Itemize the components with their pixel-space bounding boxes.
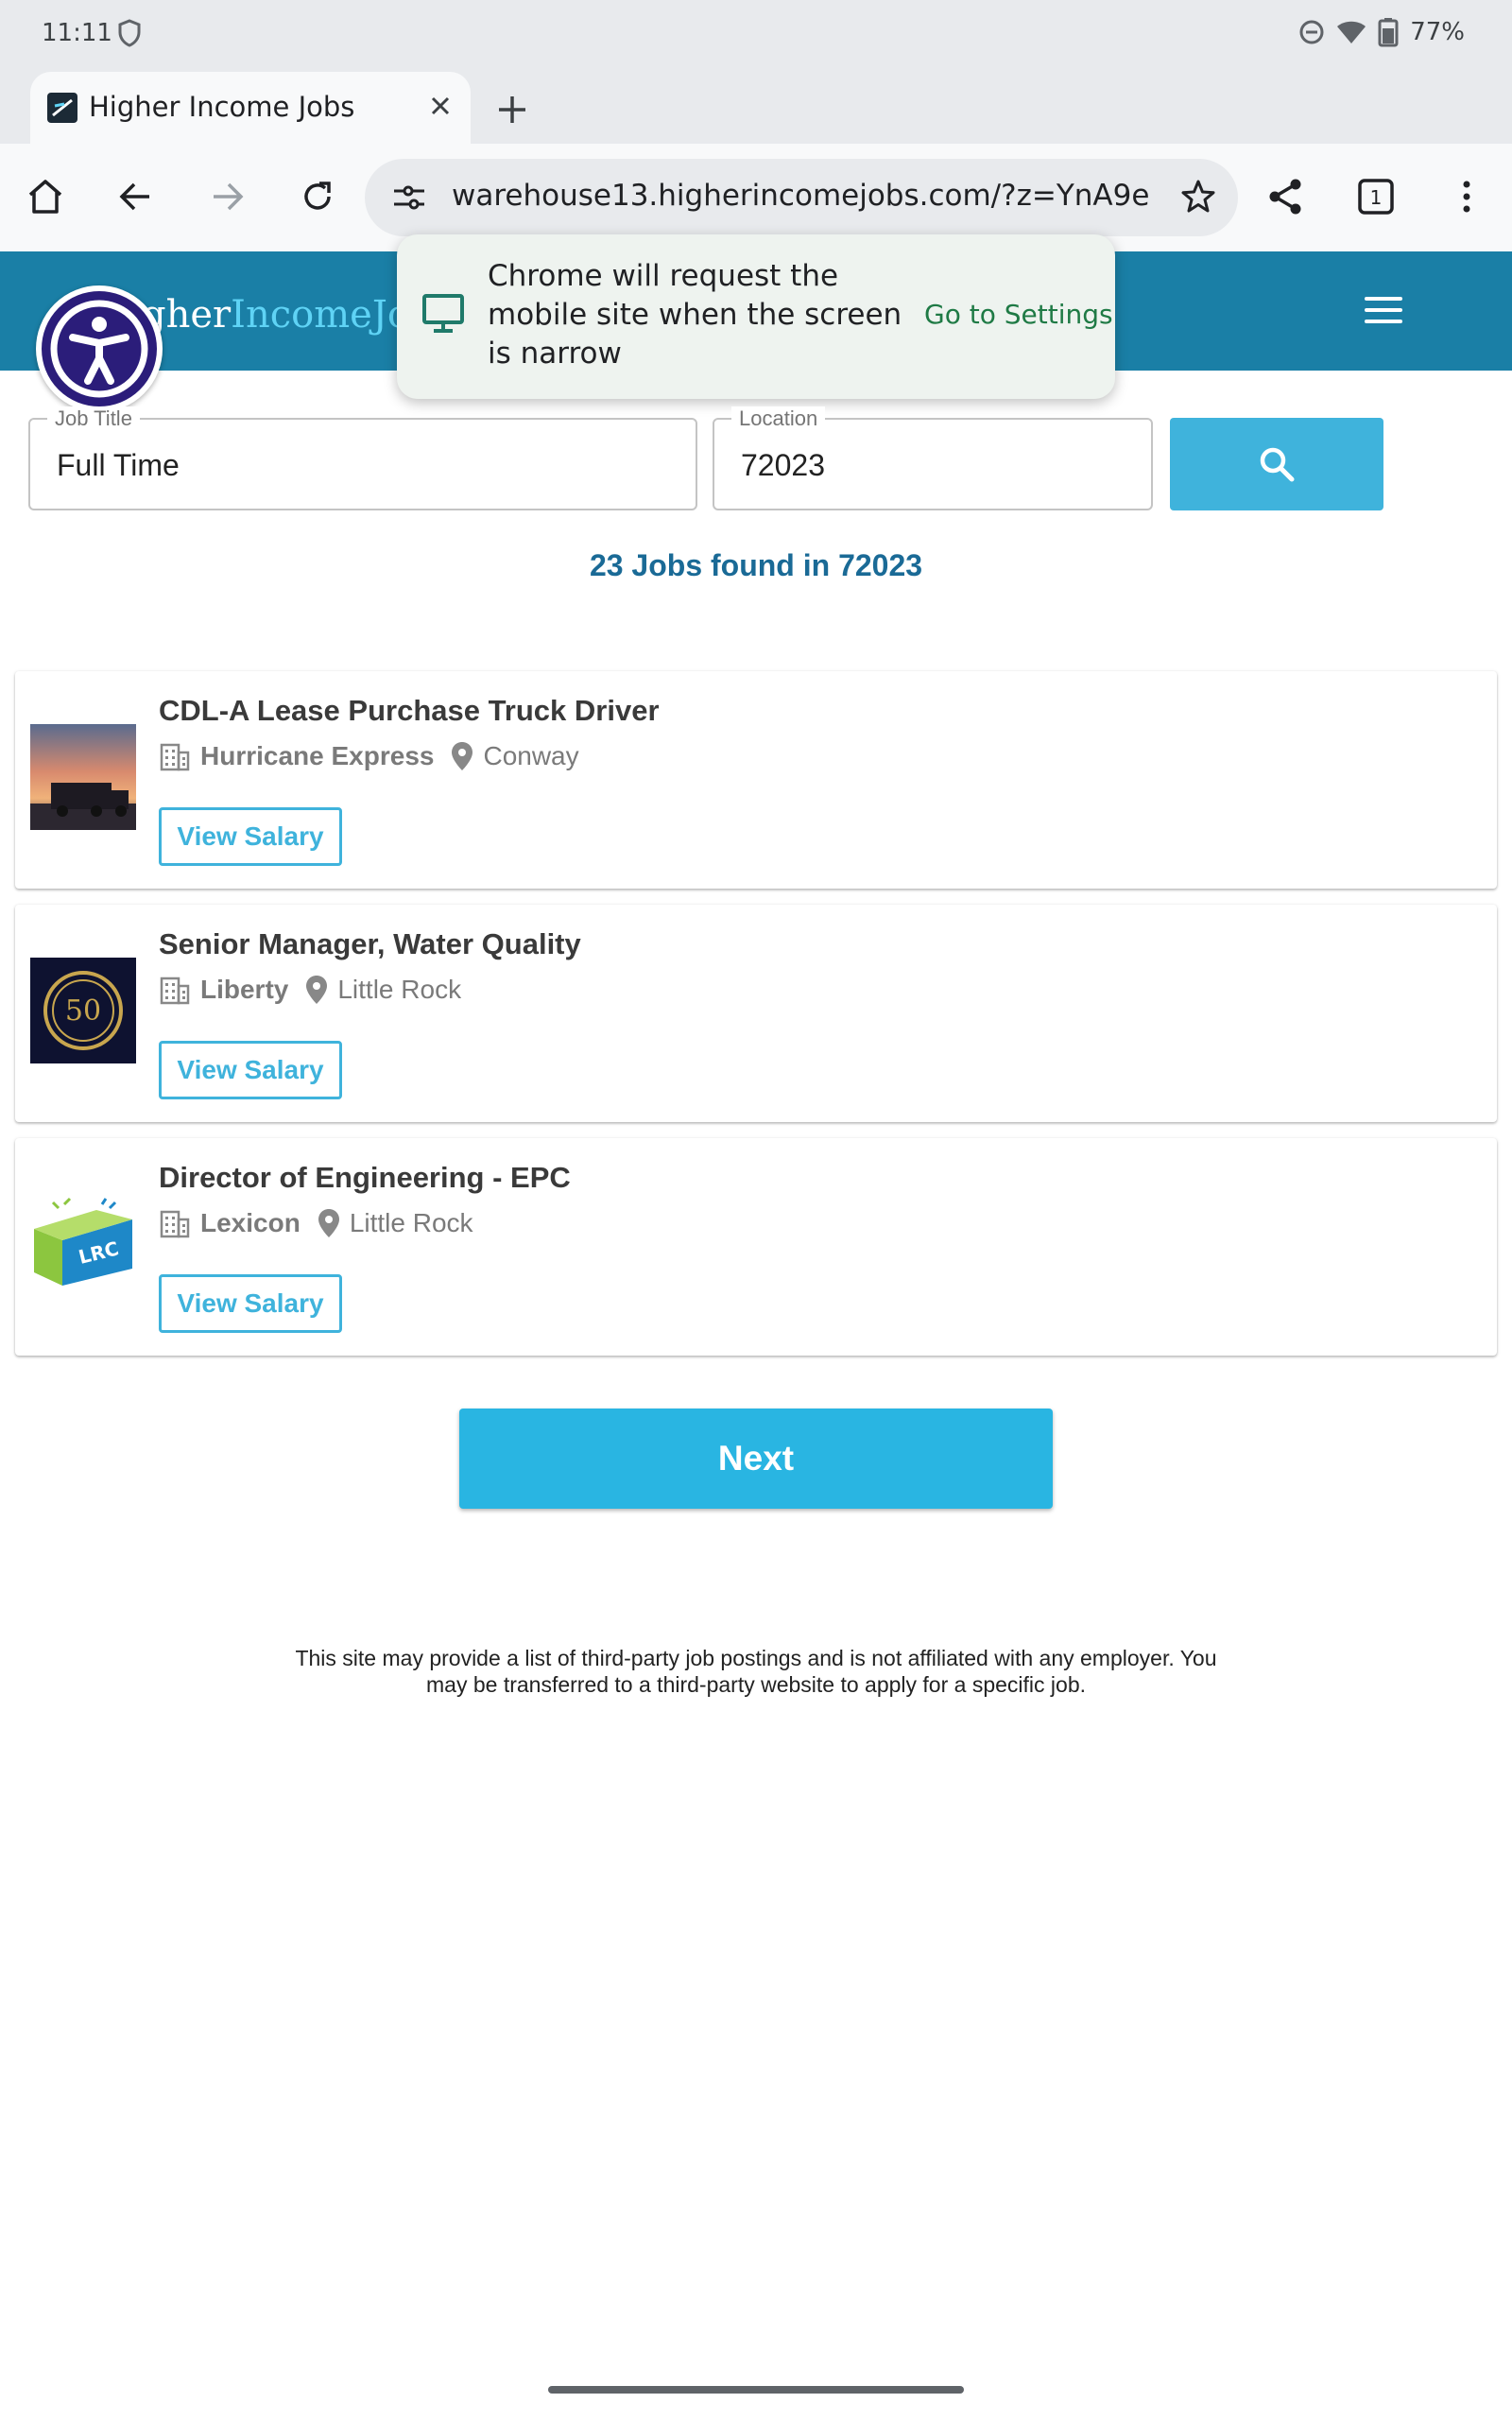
- tab-switcher-button[interactable]: 1: [1351, 172, 1400, 221]
- disclaimer: This site may provide a list of third-pa…: [295, 1646, 1217, 1697]
- job-card[interactable]: CDL-A Lease Purchase Truck Driver Hurric…: [15, 671, 1497, 889]
- close-icon[interactable]: [423, 89, 457, 123]
- job-title-field[interactable]: Job Title Full Time: [28, 406, 697, 510]
- status-right: 77%: [1298, 17, 1465, 47]
- view-salary-button[interactable]: View Salary: [159, 1041, 342, 1099]
- more-icon: [1463, 181, 1470, 213]
- job-meta: Hurricane Express Conway: [159, 741, 579, 771]
- battery-icon: [1378, 18, 1399, 47]
- forward-icon: [214, 182, 244, 211]
- job-title-value: Full Time: [57, 448, 180, 482]
- job-card[interactable]: 50 Senior Manager, Water Quality Liberty…: [15, 905, 1497, 1122]
- company-name: Hurricane Express: [200, 741, 435, 770]
- building-icon: [160, 743, 190, 771]
- back-button[interactable]: [112, 172, 161, 221]
- tab-title: Higher Income Jobs: [89, 91, 355, 123]
- accessibility-button[interactable]: [36, 285, 163, 412]
- view-salary-button[interactable]: View Salary: [159, 1274, 342, 1333]
- pin-icon: [452, 742, 473, 770]
- job-title-label: Job Title: [47, 406, 140, 431]
- view-salary-button[interactable]: View Salary: [159, 807, 342, 866]
- url-text: warehouse13.higherincomejobs.com/?z=YnA9…: [452, 179, 1151, 213]
- reload-icon: [304, 182, 331, 210]
- browser-tab[interactable]: Higher Income Jobs: [30, 72, 471, 144]
- status-bar: 11:11 77%: [0, 0, 1512, 68]
- building-icon: [160, 977, 190, 1005]
- reload-button[interactable]: [293, 172, 342, 221]
- job-meta: Liberty Little Rock: [159, 975, 461, 1005]
- job-image: LRC: [30, 1191, 136, 1297]
- status-time: 11:11: [42, 19, 112, 47]
- tab-switcher-icon: 1: [1358, 179, 1394, 215]
- chrome-mobile-site-message: Chrome will request the mobile site when…: [397, 234, 1115, 399]
- back-icon: [119, 182, 149, 211]
- go-to-settings-button[interactable]: Go to Settings: [924, 299, 1113, 330]
- tune-icon[interactable]: [391, 180, 427, 216]
- share-icon: [1269, 179, 1301, 215]
- location-value: 72023: [741, 448, 825, 482]
- building-icon: [160, 1210, 190, 1238]
- results-summary: 23 Jobs found in 72023: [589, 548, 923, 582]
- location-field[interactable]: Location 72023: [713, 406, 1153, 510]
- home-icon: [28, 180, 62, 214]
- job-meta: Lexicon Little Rock: [159, 1208, 473, 1238]
- svg-text:50: 50: [65, 994, 101, 1028]
- job-image: [30, 724, 136, 830]
- dnd-icon: [1299, 20, 1324, 44]
- battery-percent: 77%: [1410, 18, 1465, 46]
- wifi-icon: [1337, 21, 1366, 43]
- svg-text:1: 1: [1370, 186, 1383, 209]
- job-title[interactable]: Senior Manager, Water Quality: [159, 927, 581, 961]
- address-bar[interactable]: warehouse13.higherincomejobs.com/?z=YnA9…: [365, 159, 1238, 236]
- search-icon: [1260, 447, 1295, 482]
- share-button[interactable]: [1261, 172, 1310, 221]
- company-name: Lexicon: [200, 1208, 301, 1237]
- popup-message: Chrome will request the mobile site when…: [488, 259, 902, 371]
- shield-icon: [118, 19, 141, 47]
- star-icon[interactable]: [1179, 178, 1217, 216]
- job-location: Little Rock: [337, 975, 462, 1004]
- accessibility-icon: [50, 300, 148, 398]
- favicon-icon: [47, 93, 77, 123]
- site-logo[interactable]: gherIncomeJo: [142, 293, 410, 337]
- pin-icon: [318, 1209, 339, 1237]
- company-name: Liberty: [200, 975, 289, 1004]
- tab-strip: Higher Income Jobs: [0, 68, 1512, 144]
- job-title[interactable]: CDL-A Lease Purchase Truck Driver: [159, 694, 660, 728]
- job-image: 50: [30, 958, 136, 1063]
- job-location: Conway: [483, 741, 579, 770]
- plus-icon[interactable]: [490, 87, 535, 132]
- job-title[interactable]: Director of Engineering - EPC: [159, 1161, 571, 1195]
- next-button[interactable]: Next: [459, 1409, 1053, 1509]
- job-card[interactable]: LRC Director of Engineering - EPC Lexico…: [15, 1138, 1497, 1356]
- job-location: Little Rock: [349, 1208, 473, 1237]
- home-button[interactable]: [21, 172, 70, 221]
- gesture-bar[interactable]: [548, 2386, 964, 2394]
- forward-button[interactable]: [202, 172, 251, 221]
- desktop-icon: [422, 294, 464, 333]
- search-button[interactable]: [1170, 418, 1383, 510]
- more-button[interactable]: [1442, 172, 1491, 221]
- menu-icon[interactable]: [1365, 297, 1402, 325]
- location-label: Location: [731, 406, 826, 431]
- pin-icon: [306, 976, 328, 1004]
